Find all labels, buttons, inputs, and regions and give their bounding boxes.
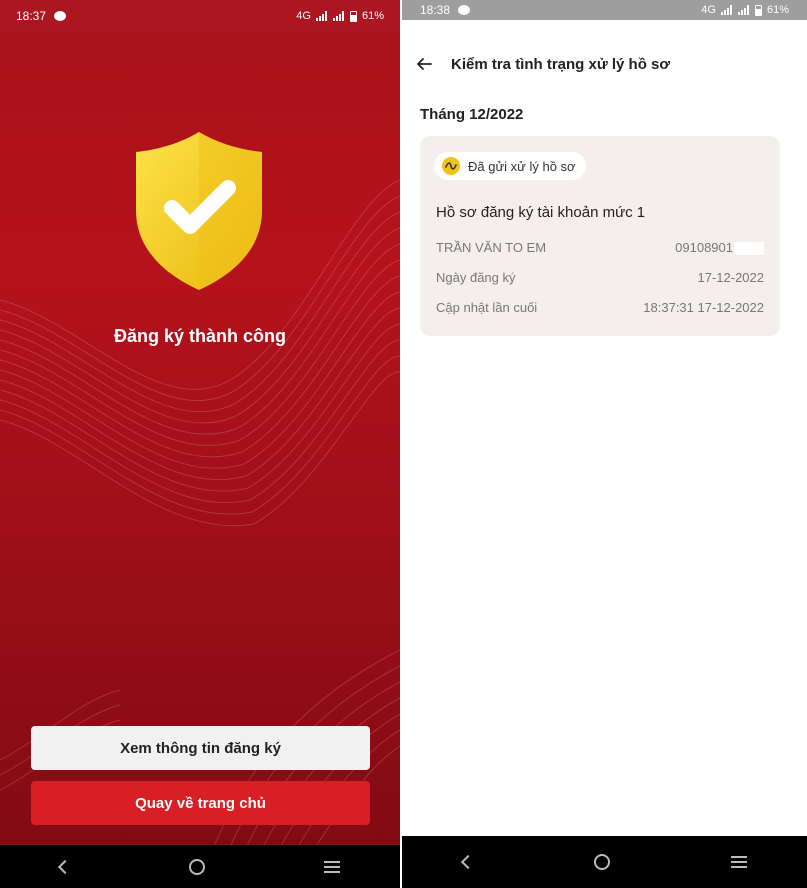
status-badge: Đã gửi xử lý hồ sơ (434, 152, 586, 180)
battery-icon (349, 10, 357, 22)
application-card[interactable]: Đã gửi xử lý hồ sơ Hồ sơ đăng ký tài kho… (420, 136, 780, 336)
signal-icon (720, 5, 733, 15)
battery-percent: 61% (766, 4, 789, 16)
chat-icon (458, 5, 471, 15)
status-bar: 18:37 4G 61% (0, 0, 400, 32)
month-heading: Tháng 12/2022 (420, 106, 524, 123)
page-title: Kiểm tra tình trạng xử lý hồ sơ (451, 56, 671, 73)
system-nav-bar (402, 836, 807, 888)
status-time: 18:38 (420, 3, 451, 17)
application-title: Hồ sơ đăng ký tài khoản mức 1 (436, 204, 646, 221)
view-registration-button[interactable]: Xem thông tin đăng ký (31, 726, 370, 770)
nav-home-icon[interactable] (188, 858, 205, 875)
registration-date-label: Ngày đăng ký (436, 270, 516, 285)
status-badge-label: Đã gửi xử lý hồ sơ (468, 158, 576, 174)
battery-icon (754, 4, 762, 16)
status-indicators: 4G 61% (701, 4, 789, 16)
registration-date-row: Ngày đăng ký 17-12-2022 (436, 270, 764, 285)
nav-back-icon[interactable] (57, 859, 72, 874)
nav-home-icon[interactable] (593, 854, 610, 870)
applicant-phone: 09108901 (675, 240, 733, 255)
go-home-button[interactable]: Quay về trang chủ (31, 781, 370, 825)
nav-back-icon[interactable] (460, 854, 475, 870)
last-update-label: Cập nhật lần cuối (436, 300, 538, 315)
nav-menu-icon[interactable] (324, 860, 341, 873)
signal-icon (737, 5, 750, 15)
registration-success-screen: 18:37 4G 61% Đăng ký thành công Xem thôn… (0, 0, 400, 888)
back-arrow-icon[interactable] (414, 54, 434, 74)
applicant-name: TRẦN VĂN TO EM (436, 240, 547, 255)
application-status-screen: 18:38 4G 61% Kiểm tra tình trạng xử lý h… (402, 0, 807, 888)
signal-icon (332, 11, 345, 21)
wave-icon (442, 157, 460, 175)
shield-check-icon (134, 130, 264, 292)
network-type: 4G (701, 4, 716, 16)
battery-percent: 61% (361, 10, 384, 22)
applicant-row: TRẦN VĂN TO EM 09108901 (436, 240, 764, 256)
last-update-value: 18:37:31 17-12-2022 (643, 300, 764, 315)
system-nav-bar (0, 845, 400, 888)
app-header: Kiểm tra tình trạng xử lý hồ sơ (402, 42, 807, 86)
status-bar: 18:38 4G 61% (402, 0, 807, 20)
status-time: 18:37 (16, 9, 47, 23)
status-indicators: 4G 61% (296, 10, 384, 22)
last-update-row: Cập nhật lần cuối 18:37:31 17-12-2022 (436, 300, 764, 315)
applicant-phone-wrap: 09108901 (675, 240, 764, 256)
signal-icon (315, 11, 328, 21)
network-type: 4G (296, 10, 311, 22)
redaction-mask (734, 242, 764, 256)
nav-menu-icon[interactable] (730, 856, 747, 868)
registration-date-value: 17-12-2022 (697, 270, 765, 285)
chat-icon (54, 11, 67, 21)
success-message: Đăng ký thành công (113, 326, 286, 346)
